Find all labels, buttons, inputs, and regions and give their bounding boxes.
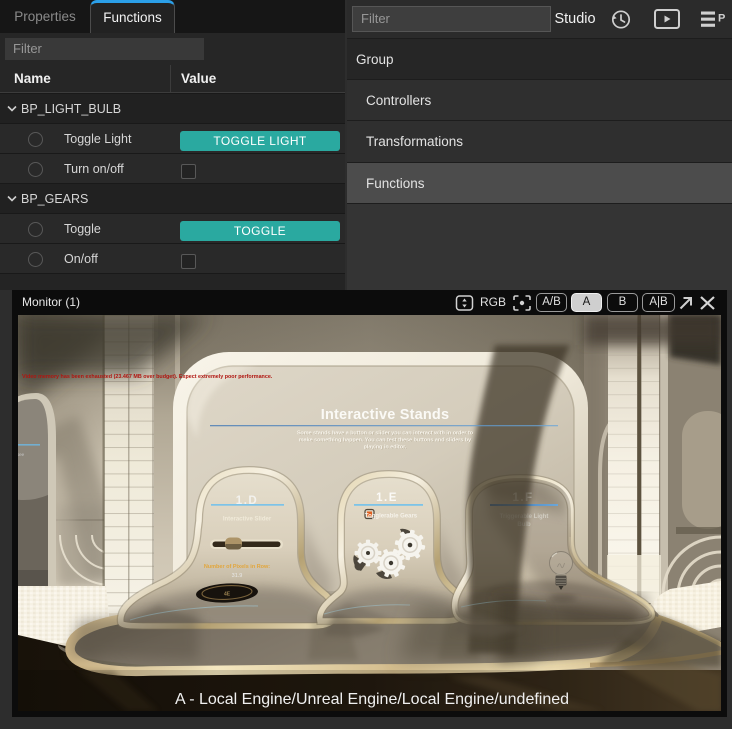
svg-text:4E: 4E (224, 592, 231, 598)
svg-text:make something happen. You can: make something happen. You can test thes… (299, 438, 471, 444)
svg-text:Togglerable Gears: Togglerable Gears (365, 514, 418, 520)
svg-text:Video memory has been exhauste: Video memory has been exhausted (23.467 … (22, 374, 273, 380)
svg-text:Some stands have a button or s: Some stands have a button or slider you … (297, 431, 474, 437)
svg-text:P: P (718, 13, 725, 25)
svg-text:to see: to see (18, 452, 25, 457)
svg-text:playing in editor.: playing in editor. (364, 445, 407, 451)
svg-text:Number of Pixels in Row:: Number of Pixels in Row: (204, 564, 270, 570)
svg-text:A - Local Engine/Unreal Engine: A - Local Engine/Unreal Engine/Local Eng… (175, 691, 569, 708)
svg-text:Interactive Slider: Interactive Slider (223, 517, 272, 523)
svg-text:31.9: 31.9 (232, 573, 243, 579)
svg-text:1.E: 1.E (376, 492, 398, 504)
svg-text:Interactive Stands: Interactive Stands (321, 407, 450, 423)
